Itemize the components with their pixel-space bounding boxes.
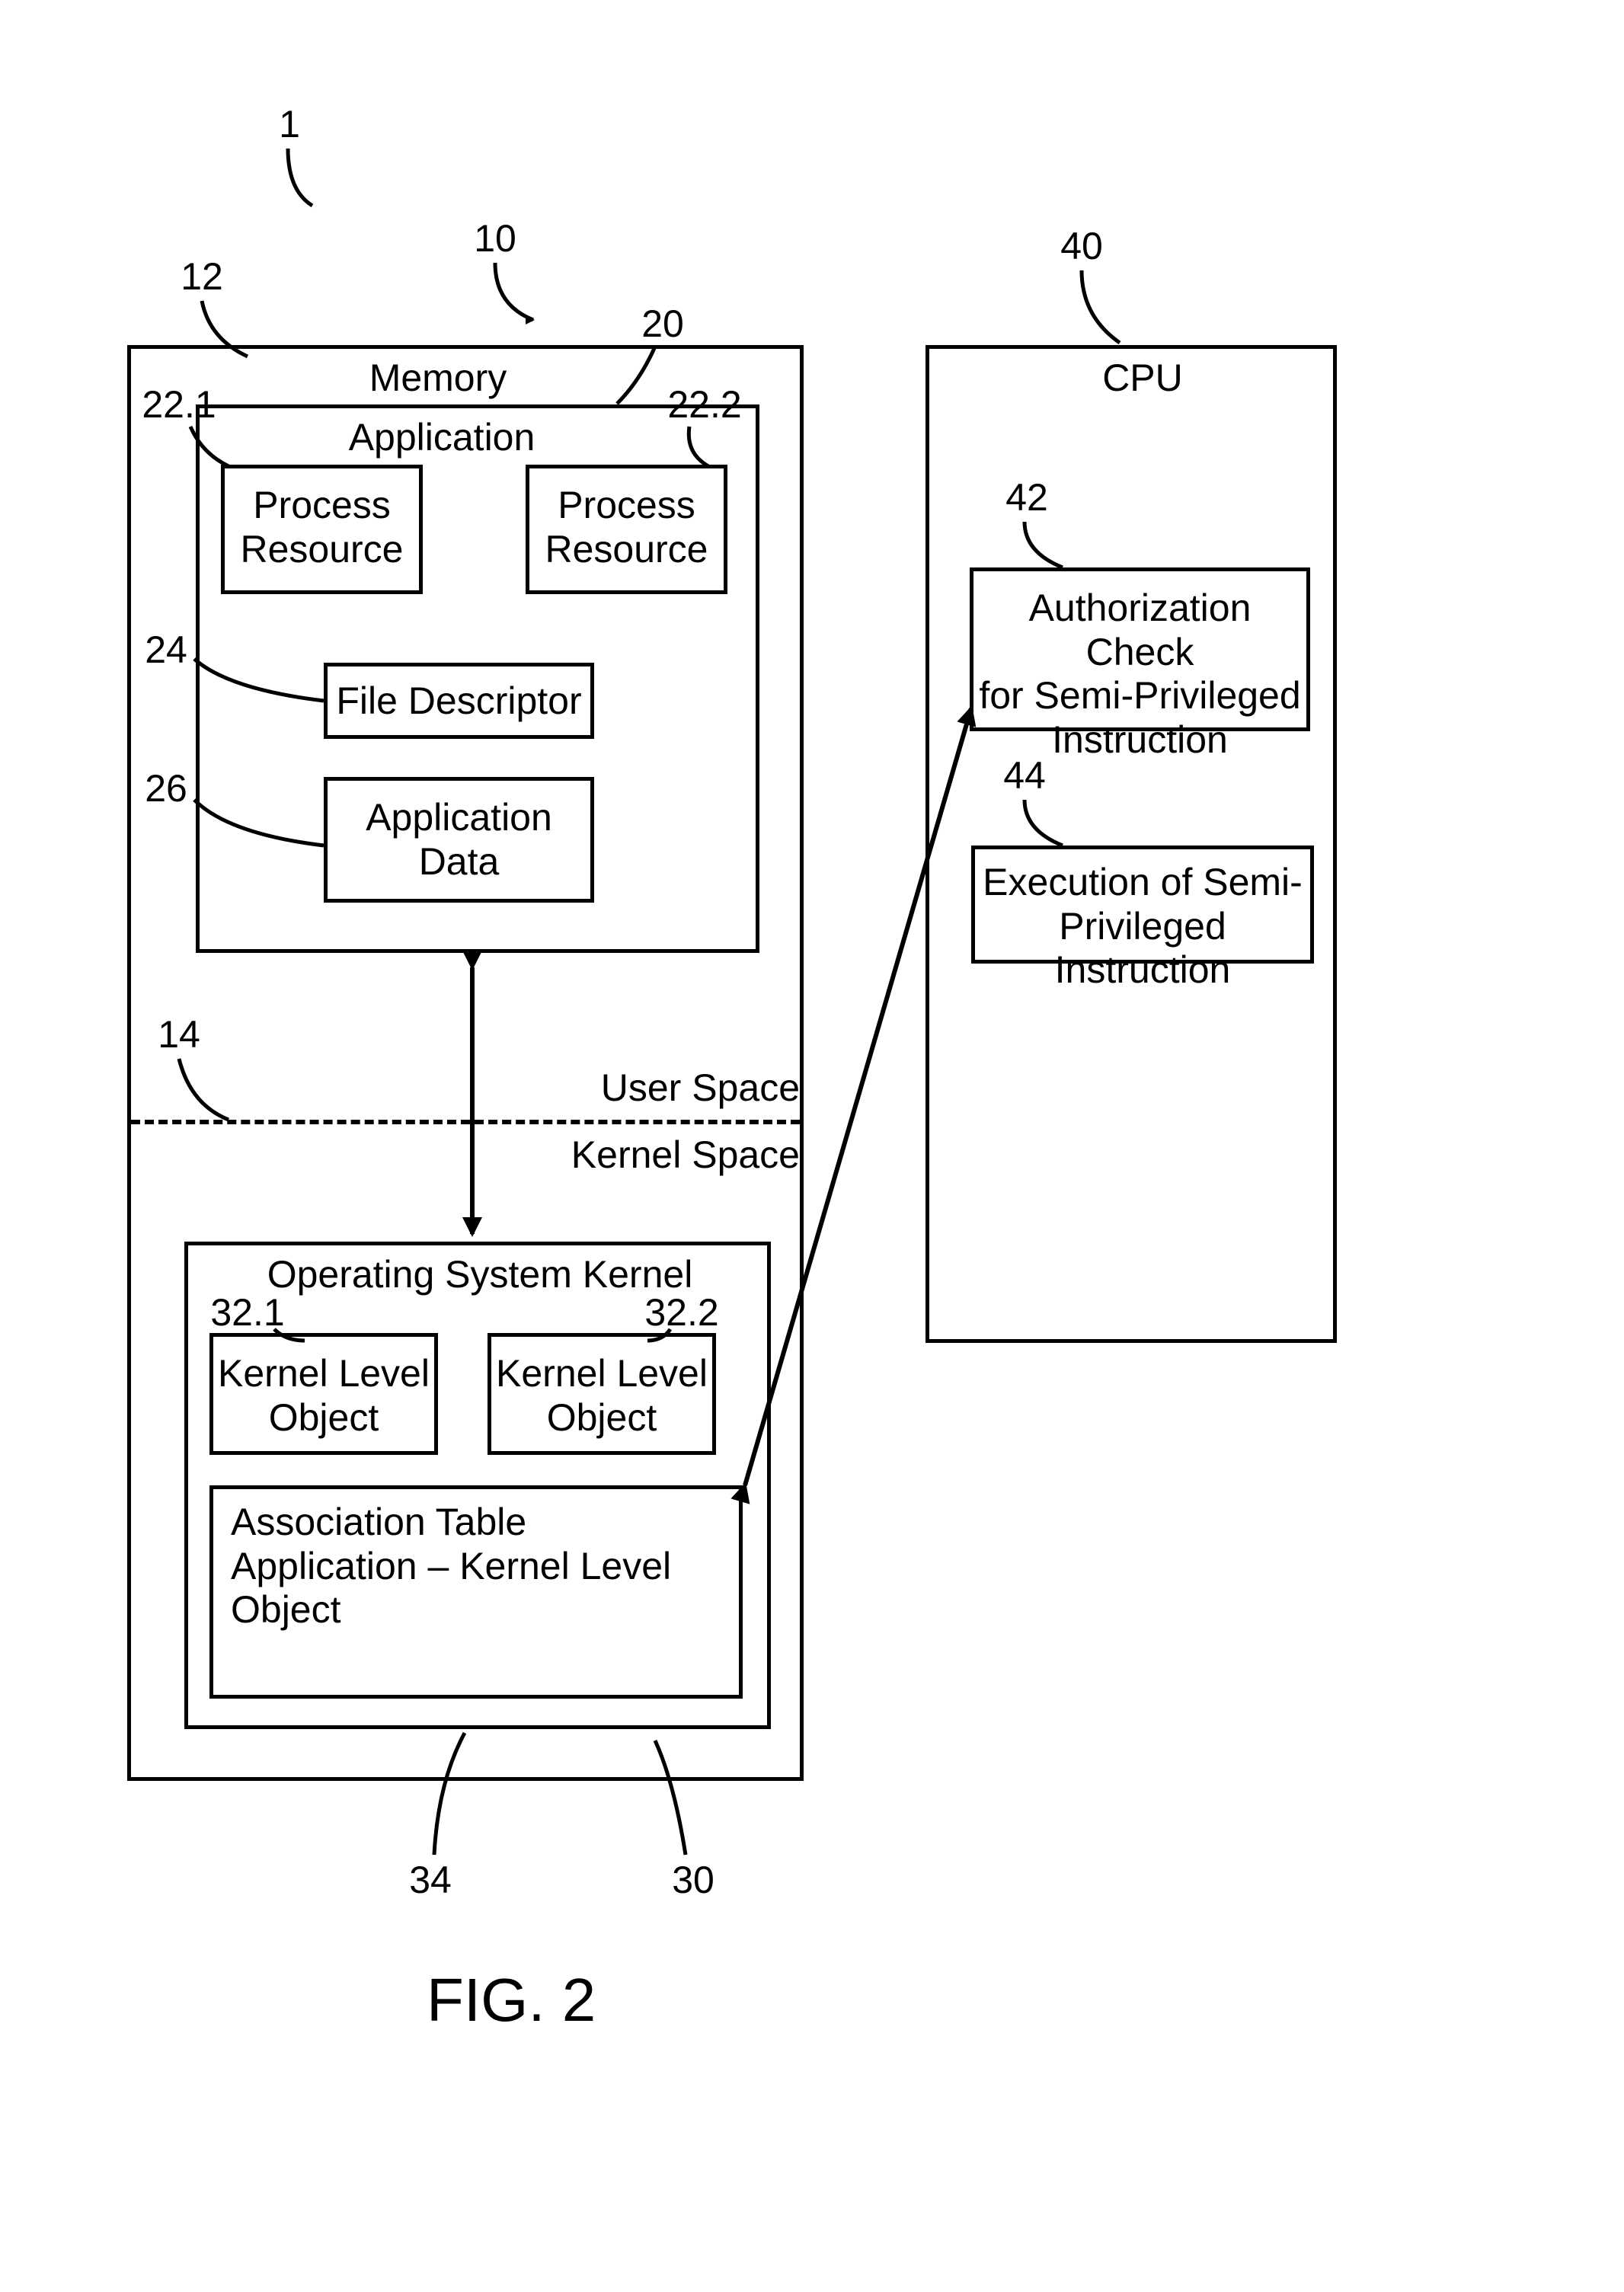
ref-1: 1 bbox=[267, 103, 312, 147]
execution-label: Execution of Semi- Privileged Instructio… bbox=[971, 861, 1314, 993]
kernel-level-object-2-label: Kernel Level Object bbox=[488, 1352, 716, 1440]
user-space-label: User Space bbox=[579, 1066, 800, 1111]
ref-22-1: 22.1 bbox=[141, 383, 217, 427]
auth-check-label: Authorization Check for Semi-Privileged … bbox=[970, 587, 1310, 762]
diagram-canvas: Memory Application Process Resource Proc… bbox=[0, 0, 1624, 2292]
ref-30: 30 bbox=[663, 1859, 724, 1903]
kernel-level-object-1-label: Kernel Level Object bbox=[209, 1352, 438, 1440]
ref-10: 10 bbox=[465, 217, 526, 261]
memory-label: Memory bbox=[343, 356, 533, 401]
figure-caption: FIG. 2 bbox=[427, 1965, 596, 2035]
kernel-space-label: Kernel Space bbox=[556, 1133, 800, 1178]
ref-26: 26 bbox=[136, 767, 197, 811]
ref-40: 40 bbox=[1051, 225, 1112, 269]
ref-44: 44 bbox=[994, 754, 1055, 798]
ref-24: 24 bbox=[136, 628, 197, 673]
application-data-label: Application Data bbox=[324, 796, 594, 884]
ref-32-2: 32.2 bbox=[644, 1291, 720, 1335]
application-label: Application bbox=[343, 416, 541, 460]
space-divider-line bbox=[131, 1120, 800, 1124]
cpu-box bbox=[925, 345, 1337, 1343]
ref-14: 14 bbox=[149, 1013, 209, 1057]
process-resource-2-label: Process Resource bbox=[526, 484, 727, 571]
association-table-label: Association Table Application – Kernel L… bbox=[231, 1501, 726, 1632]
ref-42: 42 bbox=[996, 476, 1057, 520]
ref-34: 34 bbox=[400, 1859, 461, 1903]
ref-32-1: 32.1 bbox=[209, 1291, 286, 1335]
ref-12: 12 bbox=[171, 255, 232, 299]
ref-20: 20 bbox=[632, 302, 693, 347]
file-descriptor-label: File Descriptor bbox=[324, 679, 594, 724]
os-kernel-label: Operating System Kernel bbox=[267, 1253, 693, 1297]
process-resource-1-label: Process Resource bbox=[221, 484, 423, 571]
ref-22-2: 22.2 bbox=[667, 383, 743, 427]
cpu-label: CPU bbox=[1066, 356, 1219, 401]
